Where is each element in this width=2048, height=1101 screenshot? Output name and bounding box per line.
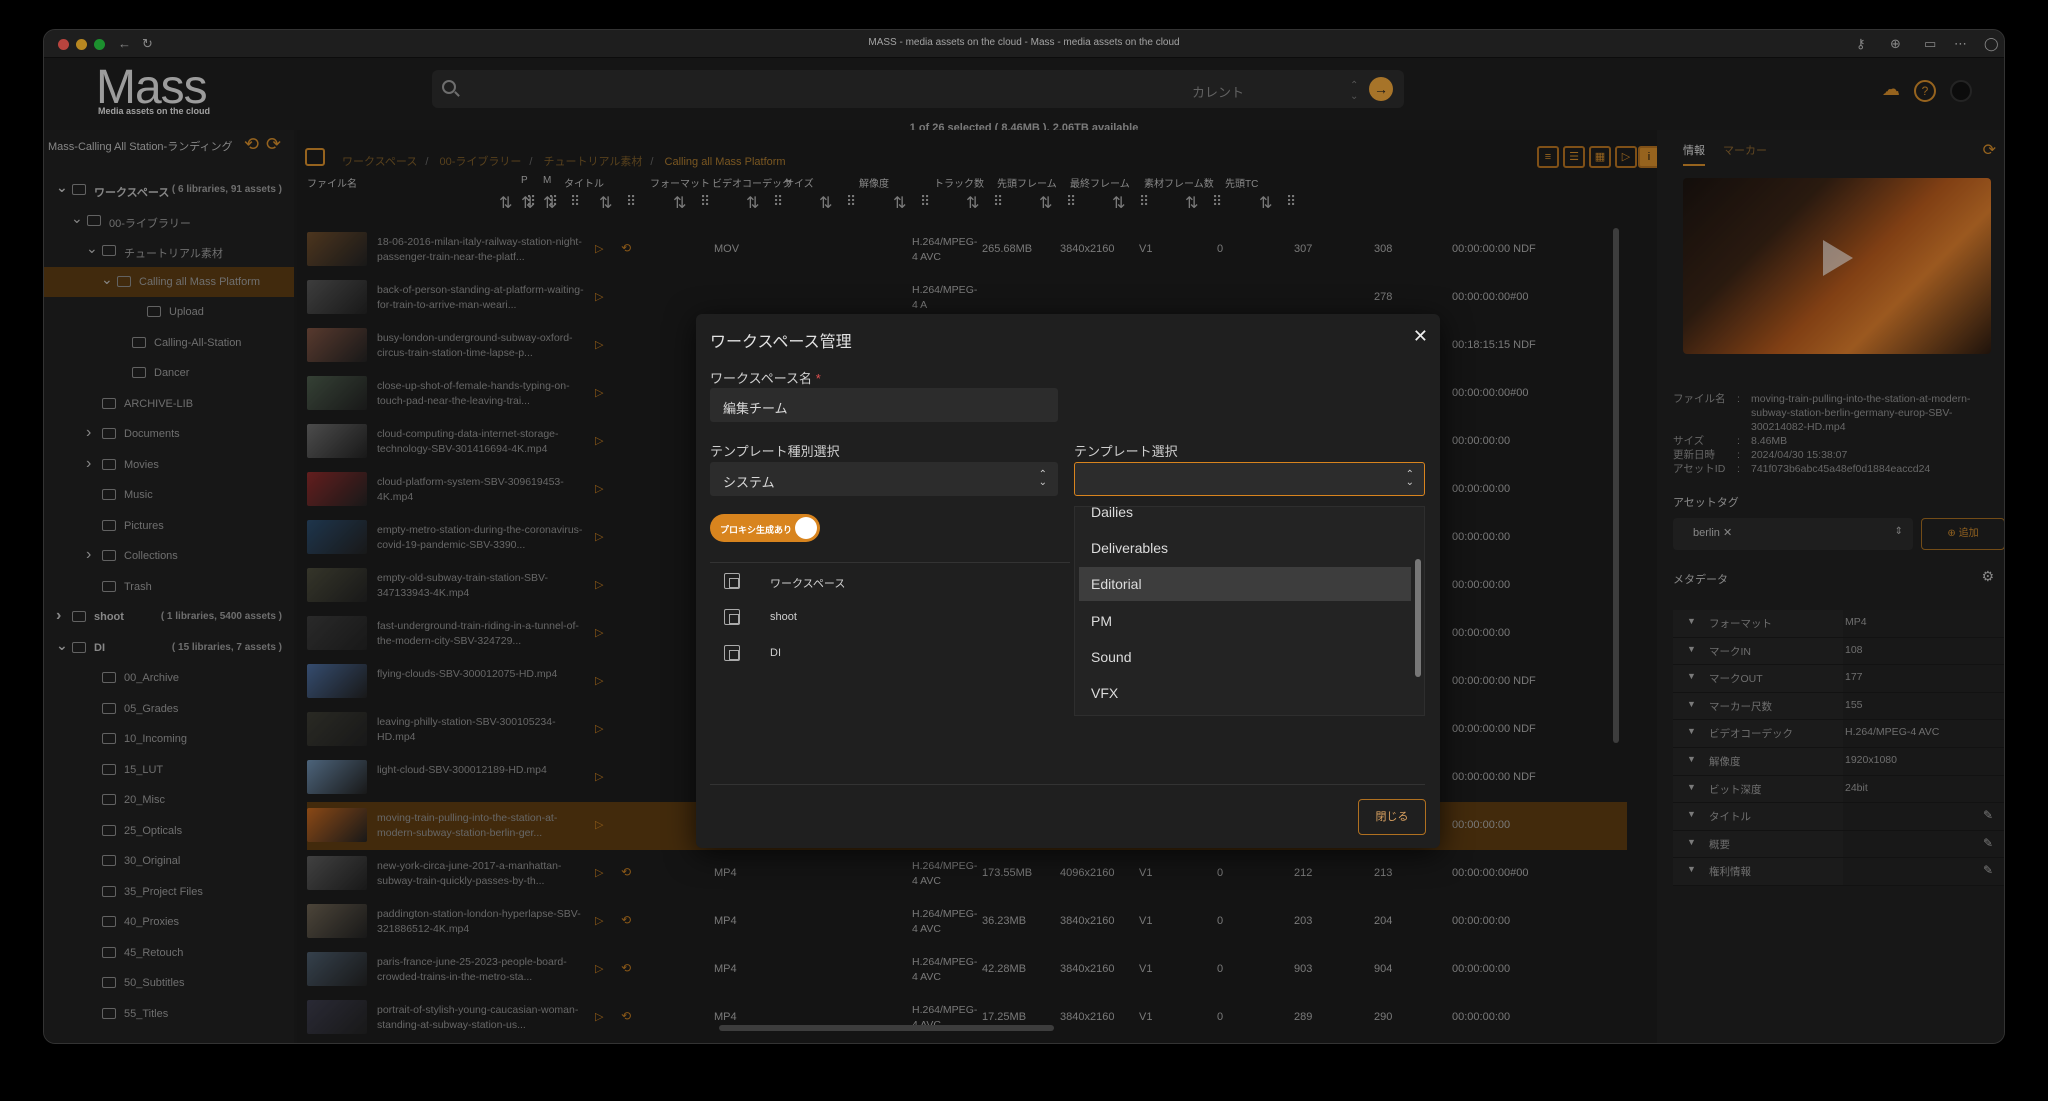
workspace-management-dialog: ワークスペース管理 ✕ ワークスペース名 * 編集チーム テンプレート種別選択 … [696, 314, 1440, 848]
template-option[interactable]: PM [1079, 604, 1411, 638]
dropdown-scrollbar[interactable] [1415, 559, 1421, 677]
dialog-title: ワークスペース管理 [710, 334, 852, 351]
workspace-list-item[interactable]: DI [710, 635, 1070, 671]
app-window: ← ↻ MASS - media assets on the cloud - M… [43, 29, 2005, 1044]
workspace-name: shoot [770, 611, 797, 623]
template-dropdown: Dailies Deliverables Editorial PM Sound VFX [1074, 506, 1425, 716]
workspace-icon [724, 573, 740, 589]
workspace-list-item[interactable]: ワークスペース [710, 563, 1070, 599]
chevron-updown-icon: ⌃ ⌄ [1405, 469, 1414, 488]
chevron-updown-icon: ⌃ ⌄ [1038, 469, 1047, 488]
workspace-name: DI [770, 647, 781, 659]
close-button[interactable]: 閉じる [1358, 799, 1426, 835]
workspace-name-label: ワークスペース名 * [710, 371, 821, 386]
workspace-list: ワークスペース shoot DI [710, 562, 1070, 671]
close-icon[interactable]: ✕ [1413, 326, 1428, 347]
template-type-label: テンプレート種別選択 [710, 444, 840, 459]
workspace-icon [724, 609, 740, 625]
template-option[interactable]: Editorial [1079, 567, 1411, 602]
template-option[interactable]: Dailies [1079, 507, 1411, 529]
template-option[interactable]: VFX [1079, 676, 1411, 710]
template-option[interactable]: Deliverables [1079, 531, 1411, 565]
workspace-name-input[interactable]: 編集チーム [710, 388, 1058, 422]
workspace-icon [724, 645, 740, 661]
template-label: テンプレート選択 [1074, 444, 1178, 459]
template-type-select[interactable]: システム ⌃ ⌄ [710, 462, 1058, 496]
template-option[interactable]: Sound [1079, 640, 1411, 674]
workspace-name: ワークスペース [770, 578, 846, 590]
workspace-list-item[interactable]: shoot [710, 599, 1070, 635]
toggle-knob [795, 517, 817, 539]
template-select[interactable]: ⌃ ⌄ [1074, 462, 1425, 496]
proxy-generation-toggle[interactable]: プロキシ生成あり [710, 514, 820, 542]
dialog-footer-divider [710, 784, 1425, 785]
